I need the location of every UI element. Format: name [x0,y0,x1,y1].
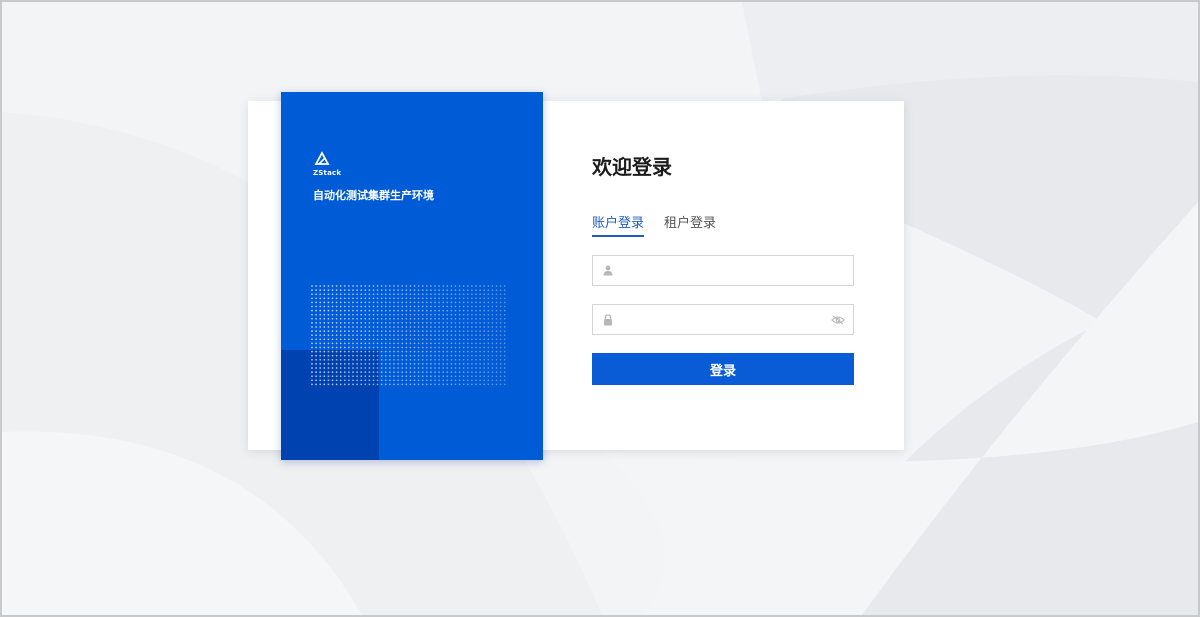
lock-icon [593,313,623,326]
username-input[interactable] [623,255,853,286]
page-title: 欢迎登录 [592,155,672,179]
logo-text: ZStack [313,169,342,177]
username-field [592,255,854,286]
brand-panel: ZStack 自动化测试集群生产环境 [281,92,543,460]
zstack-logo: ZStack [313,150,353,177]
password-input[interactable] [623,304,823,335]
login-form: 欢迎登录 账户登录 租户登录 登录 [592,152,856,385]
login-page: ZStack 自动化测试集群生产环境 欢迎登录 账户登录 租户登录 登录 [0,0,1200,617]
user-icon [593,265,623,276]
login-tabs: 账户登录 租户登录 [592,212,716,237]
tab-account-login[interactable]: 账户登录 [592,212,645,237]
zstack-logo-icon [314,151,330,165]
tab-tenant-login[interactable]: 租户登录 [664,212,716,237]
eye-hidden-icon[interactable] [823,315,853,325]
password-field [592,304,854,335]
login-button[interactable]: 登录 [592,353,854,385]
environment-name: 自动化测试集群生产环境 [313,189,434,202]
dot-pattern [311,285,506,386]
